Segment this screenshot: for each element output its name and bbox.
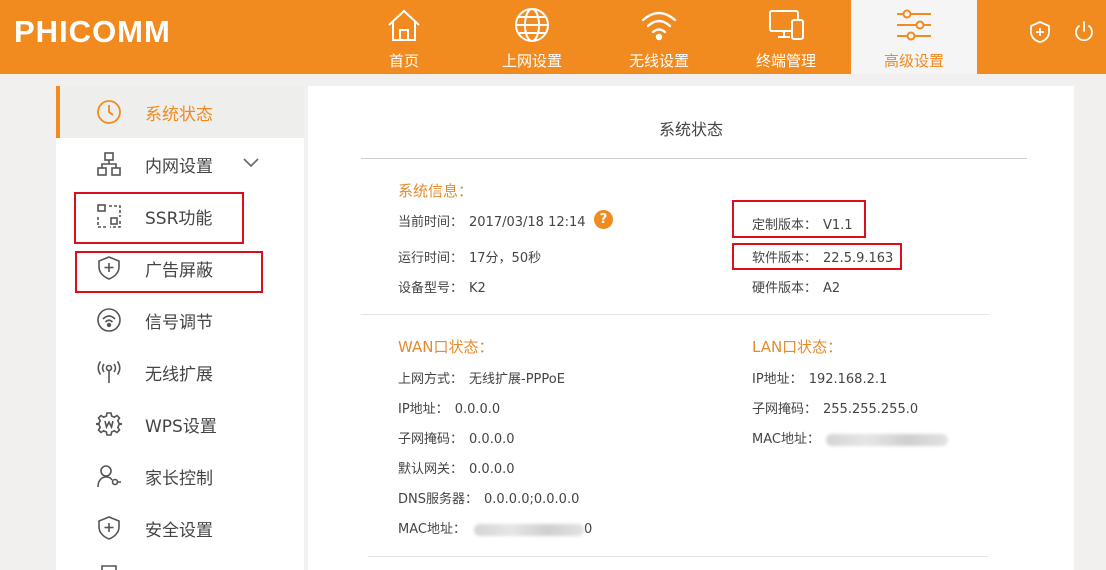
sidebar-item-system-status[interactable]: 系统状态 — [56, 86, 304, 138]
sidebar-item-label: 安全设置 — [145, 521, 213, 541]
wan-ip-value: 0.0.0.0 — [454, 402, 501, 417]
sidebar-item-label: 内网设置 — [145, 157, 213, 177]
wan-mode-row: 上网方式： 无线扩展-PPPoE — [398, 368, 565, 387]
hardware-version-row: 硬件版本： A2 — [752, 277, 840, 296]
main-panel: 系统状态 系统信息： 当前时间： 2017/03/18 12:14 ? 运行时间：… — [308, 86, 1074, 570]
system-info-title: 系统信息： — [398, 182, 474, 200]
lan-mask-label: 子网掩码： — [752, 402, 818, 417]
globe-icon — [515, 8, 549, 42]
wifi-icon — [641, 11, 677, 41]
parental-control-icon — [97, 465, 121, 488]
nav-tab-wireless[interactable]: 无线设置 — [613, 0, 705, 74]
wan-mask-value: 0.0.0.0 — [469, 432, 515, 447]
sidebar-item-lan-settings[interactable]: 内网设置 — [56, 138, 304, 190]
hardware-version-label: 硬件版本： — [752, 281, 818, 296]
nav-tab-label: 高级设置 — [883, 52, 944, 70]
model-value: K2 — [469, 281, 486, 296]
page-title: 系统状态 — [658, 120, 723, 139]
wan-mode-value: 无线扩展-PPPoE — [469, 372, 565, 387]
wan-dns-label: DNS服务器： — [398, 492, 478, 507]
network-icon — [97, 152, 121, 176]
wan-dns-row: DNS服务器： 0.0.0.0;0.0.0.0 — [398, 488, 579, 507]
section-divider — [361, 314, 989, 315]
highlight-box-custom-version — [732, 200, 866, 238]
sidebar-item-wireless-extend[interactable]: 无线扩展 — [56, 346, 304, 398]
uptime-label: 运行时间： — [398, 251, 464, 266]
bottom-divider — [368, 556, 988, 557]
clock-icon — [97, 100, 121, 124]
lan-mac-row: MAC地址： — [752, 428, 948, 447]
sidebar-item-wps[interactable]: WPS设置 — [56, 398, 304, 450]
sidebar-item-security[interactable]: 安全设置 — [56, 502, 304, 554]
wan-mask-label: 子网掩码： — [398, 432, 464, 447]
sidebar-item-label: 系统状态 — [145, 105, 213, 125]
wan-mac-redacted — [473, 523, 584, 536]
sidebar-item-signal[interactable]: 信号调节 — [56, 294, 304, 346]
wan-gateway-value: 0.0.0.0 — [469, 462, 515, 477]
lan-status-title: LAN口状态： — [752, 338, 843, 356]
home-icon — [388, 9, 420, 41]
nav-tab-advanced[interactable]: 高级设置 — [851, 0, 977, 74]
lan-ip-value: 192.168.2.1 — [808, 372, 888, 387]
shield-plus-icon[interactable] — [1028, 20, 1052, 44]
current-time-value: 2017/03/18 12:14 — [469, 215, 586, 230]
brand-logo: PHICOMM — [14, 14, 171, 49]
model-row: 设备型号： K2 — [398, 277, 486, 296]
sidebar-item-label: 信号调节 — [145, 313, 213, 333]
nav-tab-label: 无线设置 — [628, 52, 689, 70]
lan-ip-row: IP地址： 192.168.2.1 — [752, 368, 887, 387]
wan-mask-row: 子网掩码： 0.0.0.0 — [398, 428, 515, 447]
current-time-row: 当前时间： 2017/03/18 12:14 — [398, 211, 586, 230]
help-icon[interactable]: ? — [594, 210, 613, 229]
top-header: PHICOMM 首页 上网设置 无线设置 终端管理 高级设置 — [0, 0, 1106, 74]
current-time-label: 当前时间： — [398, 215, 464, 230]
highlight-box-ssr — [74, 192, 244, 244]
uptime-value: 17分，50秒 — [469, 251, 542, 266]
nav-tab-label: 上网设置 — [501, 52, 562, 70]
sidebar-item-label: 家长控制 — [145, 469, 213, 489]
sidebar-item-label: WPS设置 — [145, 417, 217, 437]
wireless-extend-icon — [97, 361, 121, 383]
wan-mac-label: MAC地址： — [398, 522, 466, 537]
sliders-icon — [897, 9, 931, 41]
wan-dns-value: 0.0.0.0;0.0.0.0 — [484, 492, 580, 507]
chevron-down-icon[interactable] — [242, 156, 260, 170]
nav-tab-home[interactable]: 首页 — [360, 0, 448, 74]
lan-mask-value: 255.255.255.0 — [823, 402, 919, 417]
lan-ip-label: IP地址： — [752, 372, 803, 387]
wan-gateway-row: 默认网关： 0.0.0.0 — [398, 458, 515, 477]
nav-tab-label: 终端管理 — [755, 52, 816, 70]
lan-mac-label: MAC地址： — [752, 432, 820, 447]
wan-mode-label: 上网方式： — [398, 372, 464, 387]
wan-ip-row: IP地址： 0.0.0.0 — [398, 398, 500, 417]
wan-mac-row: MAC地址： 0 — [398, 518, 592, 537]
security-shield-icon — [98, 516, 120, 540]
nav-tab-devices[interactable]: 终端管理 — [740, 0, 832, 74]
signal-icon — [97, 308, 121, 332]
nav-tab-internet[interactable]: 上网设置 — [486, 0, 578, 74]
wan-ip-label: IP地址： — [398, 402, 449, 417]
wan-mac-tail: 0 — [583, 522, 593, 537]
wan-status-title: WAN口状态： — [398, 338, 494, 356]
wan-gateway-label: 默认网关： — [398, 462, 464, 477]
sidebar-item-label: 无线扩展 — [145, 365, 213, 385]
lan-mask-row: 子网掩码： 255.255.255.0 — [752, 398, 918, 417]
uptime-row: 运行时间： 17分，50秒 — [398, 247, 541, 266]
highlight-box-software-version — [732, 243, 902, 270]
hardware-version-value: A2 — [823, 281, 841, 296]
highlight-box-ad-block — [75, 251, 263, 293]
title-divider — [361, 158, 1027, 159]
model-label: 设备型号： — [398, 281, 464, 296]
power-icon[interactable] — [1072, 20, 1096, 44]
nav-tab-label: 首页 — [388, 52, 419, 70]
lan-mac-redacted — [825, 433, 948, 446]
wps-gear-icon — [96, 412, 122, 436]
sidebar-item-parental[interactable]: 家长控制 — [56, 450, 304, 502]
sidebar: 系统状态 内网设置 SSR功能 广告屏蔽 信号调节 无线扩展 WPS设置 家长控… — [56, 86, 304, 570]
next-item-icon — [101, 565, 117, 570]
devices-icon — [769, 10, 804, 40]
